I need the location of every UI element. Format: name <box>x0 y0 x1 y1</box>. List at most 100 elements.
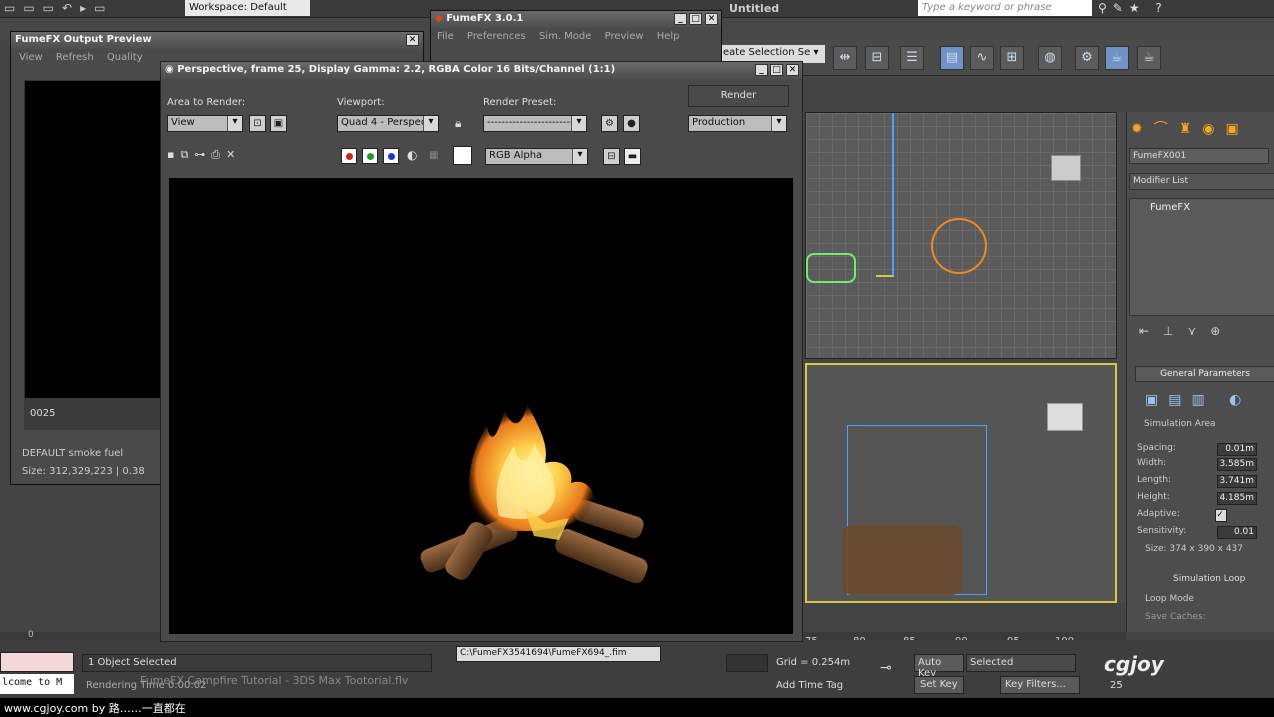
swatch-color[interactable] <box>453 146 472 165</box>
minimize-button[interactable]: _ <box>674 13 687 25</box>
render-mode-dropdown[interactable]: Production <box>688 115 787 132</box>
menu-file[interactable]: File <box>437 31 454 42</box>
viewcube-icon[interactable] <box>1051 155 1081 181</box>
frame-number[interactable]: 25 <box>1110 680 1123 691</box>
spacing-value[interactable]: 0.01m <box>1217 443 1257 456</box>
add-time-tag[interactable]: Add Time Tag <box>776 680 843 691</box>
scene-explorer-icon[interactable]: ▤ <box>940 46 964 70</box>
render-window-icon: ◉ <box>165 64 174 75</box>
toggle-ui-icon[interactable]: ▬ <box>624 148 641 165</box>
cgjoy-logo: cgjoy <box>1104 652 1164 676</box>
file-title: Untitled <box>729 2 780 15</box>
mirror-icon[interactable]: ⇹ <box>833 46 857 70</box>
param-row: Sensitivity: 0.01 <box>1137 526 1267 540</box>
param-row: Length: 3.741m <box>1137 475 1267 489</box>
maximize-button[interactable]: □ <box>770 64 783 76</box>
set-key-button[interactable]: Set Key <box>914 676 964 694</box>
close-button[interactable]: ✕ <box>705 13 718 25</box>
simulation-loop-label: Simulation Loop <box>1173 574 1246 584</box>
help-icons[interactable]: ⚲✎★ ? <box>1098 1 1168 15</box>
key-mode-dropdown[interactable]: Selected <box>966 654 1076 672</box>
save-copy-print-icons[interactable]: ▪⧉⊶⎙✕ <box>167 148 241 162</box>
output-preview-titlebar[interactable]: FumeFX Output Preview ✕ <box>11 32 423 49</box>
fire-flames <box>468 403 595 540</box>
emitter-gizmo <box>931 218 987 274</box>
viewport-front[interactable] <box>805 112 1117 359</box>
object-name-field[interactable]: FumeFX001 <box>1129 148 1269 164</box>
fumefx-main-titlebar[interactable]: ◆ FumeFX 3.0.1 _ □ ✕ <box>431 11 721 28</box>
curve-editor-icon[interactable]: ∿ <box>970 46 994 70</box>
length-value[interactable]: 3.741m <box>1217 475 1257 488</box>
param-row: Width: 3.585m <box>1137 458 1267 472</box>
width-value[interactable]: 3.585m <box>1217 458 1257 471</box>
alpha-toggle-icon[interactable]: ◐ <box>407 148 417 162</box>
render-button[interactable]: Render <box>688 85 789 107</box>
rendered-frame-icon[interactable]: ☕ <box>1105 46 1129 70</box>
material-editor-icon[interactable]: ◍ <box>1038 46 1062 70</box>
menu-refresh[interactable]: Refresh <box>56 52 94 63</box>
selection-status: 1 Object Selected <box>82 654 432 672</box>
red-channel-toggle[interactable] <box>341 148 357 164</box>
area-to-render-label: Area to Render: <box>167 97 246 108</box>
viewport-perspective[interactable] <box>805 363 1117 603</box>
schematic-icon[interactable]: ⊞ <box>1000 46 1024 70</box>
general-parameters-rollout[interactable]: General Parameters <box>1135 366 1274 382</box>
preview-canvas <box>24 80 164 430</box>
blue-channel-toggle[interactable] <box>383 148 399 164</box>
preview-info-size: Size: 312,329,223 | 0.38 <box>22 466 145 477</box>
render-setup-icon[interactable]: ⚙ <box>1075 46 1099 70</box>
command-tabs-icons[interactable]: ✹⌒♜◉▣ <box>1131 118 1250 138</box>
auto-key-button[interactable]: Auto Key <box>914 654 964 679</box>
render-window-titlebar[interactable]: ◉ Perspective, frame 25, Display Gamma: … <box>161 62 802 79</box>
align-icon[interactable]: ⊟ <box>865 46 889 70</box>
welcome-field[interactable]: lcome to M <box>0 674 74 694</box>
menu-quality[interactable]: Quality <box>107 52 143 63</box>
cache-path-field[interactable]: C:\FumeFX3541694\FumeFX694_.fim <box>456 646 661 662</box>
viewport-dropdown[interactable]: Quad 4 - Perspec <box>337 115 439 132</box>
render-production-icon[interactable]: ☕ <box>1137 46 1161 70</box>
coord-field[interactable] <box>726 654 768 672</box>
grid-readout: Grid = 0.254m <box>776 657 851 668</box>
environment-icon[interactable]: ● <box>623 115 640 132</box>
modifier-list-dropdown[interactable]: Modifier List <box>1129 173 1274 190</box>
sensitivity-value[interactable]: 0.01 <box>1217 526 1257 539</box>
menu-help[interactable]: Help <box>657 31 680 42</box>
grid-size-text: Size: 374 x 390 x 437 <box>1145 544 1243 554</box>
parameter-tab-icons[interactable]: ▣▤▥ ◐ <box>1145 392 1251 408</box>
maxscript-listener[interactable] <box>0 652 74 672</box>
campfire-render <box>420 403 648 584</box>
layers-icon[interactable]: ☰ <box>900 46 924 70</box>
maximize-button[interactable]: □ <box>689 13 702 25</box>
quick-access-icons[interactable]: ▭▭▭↶▸▭ <box>4 1 113 15</box>
height-value[interactable]: 4.185m <box>1217 492 1257 505</box>
menu-view[interactable]: View <box>19 52 43 63</box>
menu-preferences[interactable]: Preferences <box>467 31 526 42</box>
close-button[interactable]: ✕ <box>786 64 799 76</box>
simulation-area-label: Simulation Area <box>1144 419 1216 429</box>
toggle-ui-overlay-icon[interactable]: ⊟ <box>603 148 620 165</box>
key-icon: ⊸ <box>880 660 892 676</box>
video-title-overlay: FumeFX Campfire Tutorial - 3DS Max Tooto… <box>140 674 409 687</box>
menu-preview[interactable]: Preview <box>605 31 644 42</box>
close-button[interactable]: ✕ <box>406 34 419 46</box>
stack-item-fumefx[interactable]: FumeFX <box>1130 199 1274 216</box>
status-bar: lcome to M 1 Object Selected Rendering T… <box>0 640 1274 698</box>
render-preset-dropdown[interactable]: ------------------------- <box>483 115 587 132</box>
menu-sim-mode[interactable]: Sim. Mode <box>539 31 591 42</box>
stack-tools-icons[interactable]: ⇤⊥⋎⊕ <box>1139 324 1234 338</box>
mono-toggle-icon[interactable]: ▦ <box>429 150 438 161</box>
search-input[interactable]: Type a keyword or phrase <box>918 0 1092 16</box>
auto-region-icon[interactable]: ▣ <box>270 115 287 132</box>
edit-region-icon[interactable]: ⊡ <box>249 115 266 132</box>
render-preset-label: Render Preset: <box>483 97 557 108</box>
workspace-dropdown[interactable]: Workspace: Default <box>185 0 310 16</box>
render-setup-icon[interactable]: ⚙ <box>601 115 618 132</box>
green-channel-toggle[interactable] <box>362 148 378 164</box>
lock-icon[interactable]: 🔒︎ <box>455 116 461 131</box>
area-to-render-dropdown[interactable]: View <box>167 115 243 132</box>
minimize-button[interactable]: _ <box>755 64 768 76</box>
adaptive-checkbox[interactable]: ✓ <box>1215 509 1227 522</box>
viewcube-icon[interactable] <box>1047 403 1083 431</box>
display-channel-dropdown[interactable]: RGB Alpha <box>485 148 588 165</box>
key-filters-button[interactable]: Key Filters... <box>1000 676 1080 694</box>
